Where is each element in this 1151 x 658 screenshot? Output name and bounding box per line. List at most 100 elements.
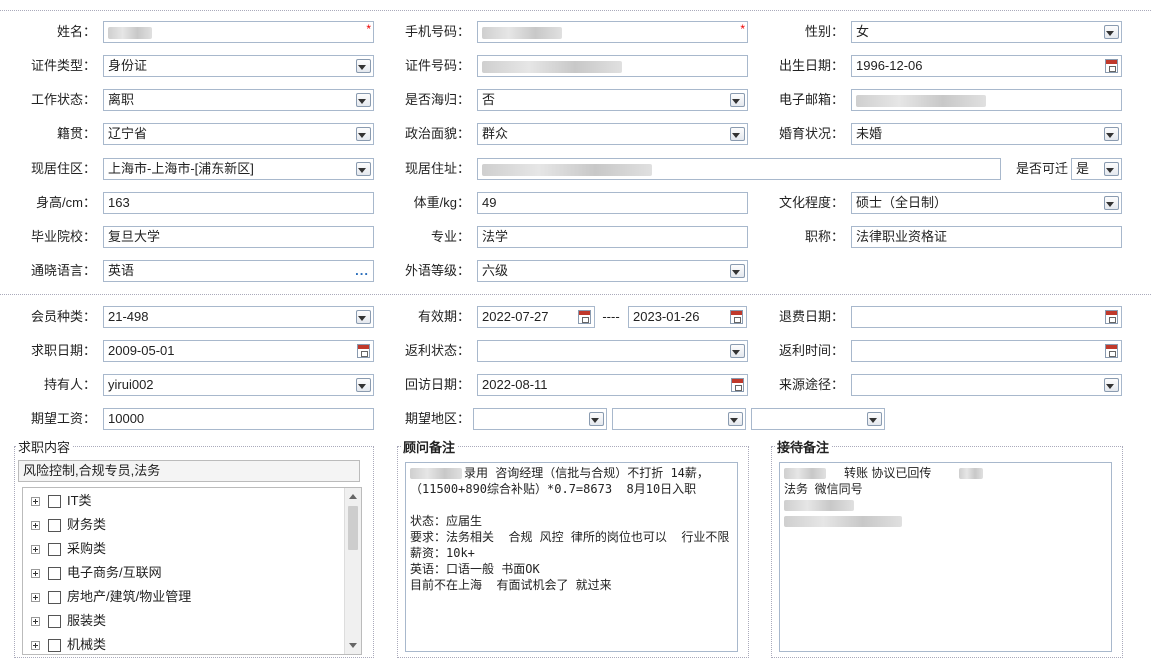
school-field[interactable]: 复旦大学 bbox=[103, 226, 374, 248]
calendar-icon[interactable] bbox=[731, 378, 744, 392]
tree-item[interactable]: 机械类 bbox=[31, 635, 106, 654]
calendar-icon[interactable] bbox=[1105, 344, 1118, 358]
overseas-select[interactable]: 否 bbox=[477, 89, 748, 111]
major-label: 专业： bbox=[430, 229, 470, 244]
tree-scrollbar[interactable] bbox=[344, 488, 361, 654]
redacted-text bbox=[784, 516, 902, 528]
height-label: 身高/cm： bbox=[36, 195, 96, 210]
checkbox[interactable] bbox=[48, 567, 61, 581]
title-field[interactable]: 法律职业资格证 bbox=[851, 226, 1122, 248]
expand-icon[interactable] bbox=[31, 569, 40, 579]
origin-select[interactable]: 辽宁省 bbox=[103, 123, 374, 145]
tree-item[interactable]: 房地产/建筑/物业管理 bbox=[31, 587, 191, 607]
gender-label: 性别： bbox=[804, 24, 844, 39]
region-district-select[interactable] bbox=[751, 408, 885, 430]
tree-item[interactable]: IT类 bbox=[31, 491, 92, 511]
rebate-status-select[interactable] bbox=[477, 340, 748, 362]
email-field[interactable] bbox=[851, 89, 1122, 111]
relocate-select[interactable]: 是 bbox=[1071, 158, 1122, 180]
residence-address-field[interactable] bbox=[477, 158, 1001, 180]
valid-to-field[interactable]: 2023-01-26 bbox=[628, 306, 747, 328]
weight-label: 体重/kg： bbox=[413, 195, 470, 210]
member-type-label: 会员种类： bbox=[30, 309, 96, 324]
valid-from-field[interactable]: 2022-07-27 bbox=[477, 306, 595, 328]
phone-label: 手机号码： bbox=[404, 24, 470, 39]
scrollbar-thumb[interactable] bbox=[348, 506, 358, 550]
calendar-icon[interactable] bbox=[578, 310, 591, 324]
job-content-title: 求职内容 bbox=[16, 437, 73, 456]
reception-note-textarea[interactable]: 转账 协议已回传 法务 微信同号 bbox=[779, 462, 1112, 652]
job-category-tree[interactable]: IT类 财务类 采购类 电子商务/互联网 房地产/建筑/物业管理 服装类 机械类 bbox=[22, 487, 362, 655]
education-label: 文化程度： bbox=[778, 195, 844, 210]
language-label: 通晓语言： bbox=[30, 263, 96, 278]
email-label: 电子邮箱： bbox=[778, 92, 844, 107]
more-icon[interactable]: ... bbox=[355, 261, 369, 281]
job-date-label: 求职日期： bbox=[30, 343, 96, 358]
work-status-label: 工作状态： bbox=[30, 92, 96, 107]
scroll-up-icon[interactable] bbox=[349, 494, 357, 499]
lang-level-select[interactable]: 六级 bbox=[477, 260, 748, 282]
checkbox[interactable] bbox=[48, 543, 61, 557]
marital-select[interactable]: 未婚 bbox=[851, 123, 1122, 145]
region-province-select[interactable] bbox=[473, 408, 607, 430]
checkbox[interactable] bbox=[48, 639, 61, 653]
salary-field[interactable]: 10000 bbox=[103, 408, 374, 430]
id-type-select[interactable]: 身份证 bbox=[103, 55, 374, 77]
expand-icon[interactable] bbox=[31, 641, 40, 651]
birth-date-field[interactable]: 1996-12-06 bbox=[851, 55, 1122, 77]
visit-date-field[interactable]: 2022-08-11 bbox=[477, 374, 748, 396]
id-number-label: 证件号码： bbox=[404, 58, 470, 73]
weight-field[interactable]: 49 bbox=[477, 192, 748, 214]
education-select[interactable]: 硕士（全日制） bbox=[851, 192, 1122, 214]
expand-icon[interactable] bbox=[31, 497, 40, 507]
top-divider bbox=[0, 10, 1151, 11]
major-field[interactable]: 法学 bbox=[477, 226, 748, 248]
political-select[interactable]: 群众 bbox=[477, 123, 748, 145]
calendar-icon[interactable] bbox=[1105, 59, 1118, 73]
rebate-time-field[interactable] bbox=[851, 340, 1122, 362]
expand-icon[interactable] bbox=[31, 545, 40, 555]
source-select[interactable] bbox=[851, 374, 1122, 396]
redacted-text bbox=[784, 500, 854, 512]
name-field[interactable]: * bbox=[103, 21, 374, 43]
calendar-icon[interactable] bbox=[730, 310, 743, 324]
refund-date-label: 退费日期： bbox=[778, 309, 844, 324]
tree-item[interactable]: 财务类 bbox=[31, 515, 106, 535]
title-label: 职称： bbox=[804, 229, 844, 244]
calendar-icon[interactable] bbox=[1105, 310, 1118, 324]
expand-icon[interactable] bbox=[31, 521, 40, 531]
gender-select[interactable]: 女 bbox=[851, 21, 1122, 43]
redacted-text bbox=[959, 468, 984, 480]
tree-item[interactable]: 采购类 bbox=[31, 539, 106, 559]
holder-select[interactable]: yirui002 bbox=[103, 374, 374, 396]
height-field[interactable]: 163 bbox=[103, 192, 374, 214]
refund-date-field[interactable] bbox=[851, 306, 1122, 328]
required-mark: * bbox=[366, 22, 371, 36]
job-date-field[interactable]: 2009-05-01 bbox=[103, 340, 374, 362]
residence-address-label: 现居住址： bbox=[404, 161, 470, 176]
region-city-select[interactable] bbox=[612, 408, 746, 430]
rebate-status-label: 返利状态： bbox=[404, 343, 470, 358]
holder-label: 持有人： bbox=[43, 377, 96, 392]
political-label: 政治面貌： bbox=[404, 126, 470, 141]
tree-item[interactable]: 服装类 bbox=[31, 611, 106, 631]
residence-area-select[interactable]: 上海市-上海市-[浦东新区] bbox=[103, 158, 374, 180]
tree-item[interactable]: 电子商务/互联网 bbox=[31, 563, 162, 583]
checkbox[interactable] bbox=[48, 519, 61, 533]
phone-field[interactable]: * bbox=[477, 21, 748, 43]
checkbox[interactable] bbox=[48, 495, 61, 509]
member-type-select[interactable]: 21-498 bbox=[103, 306, 374, 328]
expand-icon[interactable] bbox=[31, 593, 40, 603]
job-content-input[interactable]: 风险控制,合规专员,法务 bbox=[18, 460, 360, 482]
language-field[interactable]: 英语... bbox=[103, 260, 374, 282]
expand-icon[interactable] bbox=[31, 617, 40, 627]
scroll-down-icon[interactable] bbox=[349, 643, 357, 648]
school-label: 毕业院校： bbox=[30, 229, 96, 244]
checkbox[interactable] bbox=[48, 615, 61, 629]
checkbox[interactable] bbox=[48, 591, 61, 605]
id-type-label: 证件类型： bbox=[30, 58, 96, 73]
id-number-field[interactable] bbox=[477, 55, 748, 77]
work-status-select[interactable]: 离职 bbox=[103, 89, 374, 111]
calendar-icon[interactable] bbox=[357, 344, 370, 358]
advisor-note-textarea[interactable]: 录用 咨询经理（信批与合规）不打折 14薪， （11500+890综合补贴）*0… bbox=[405, 462, 738, 652]
